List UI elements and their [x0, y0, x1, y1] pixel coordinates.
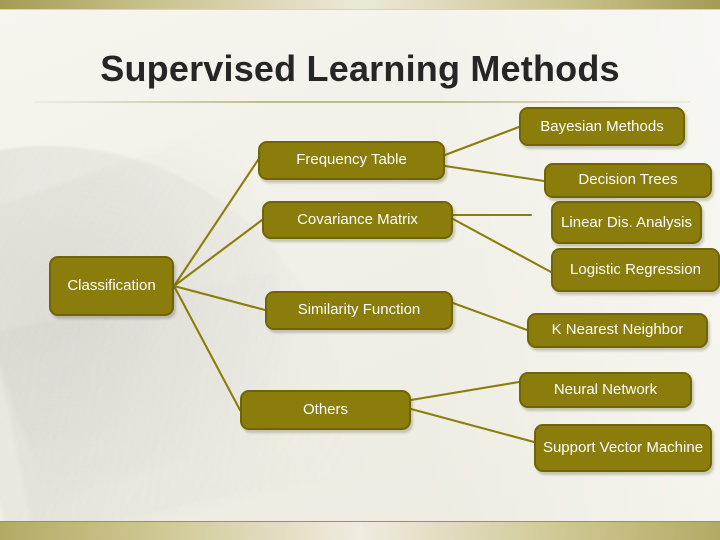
slide-canvas: Supervised Learning Methods Classificati… [0, 0, 720, 540]
node-linear-dis-analysis-label: Linear Dis. Analysis [561, 213, 692, 231]
edge-classification-similarity [172, 284, 267, 312]
node-similarity-function-label: Similarity Function [297, 301, 421, 319]
edge-similarity-knn [451, 301, 529, 332]
node-bayesian-methods-label: Bayesian Methods [540, 117, 664, 135]
node-k-nearest-neighbor-label: K Nearest Neighbor [551, 321, 684, 339]
node-classification-label: Classification [67, 277, 156, 295]
node-others-label: Others [302, 400, 348, 418]
node-frequency-table[interactable]: Frequency Table [258, 141, 445, 180]
node-bayesian-methods[interactable]: Bayesian Methods [519, 107, 685, 146]
node-classification[interactable]: Classification [49, 256, 174, 316]
node-decision-trees-label: Decision Trees [578, 171, 678, 189]
node-frequency-table-label: Frequency Table [296, 151, 407, 169]
node-support-vector-machine-label: Support Vector Machine [542, 439, 704, 457]
edge-classification-others [172, 284, 242, 412]
node-others[interactable]: Others [240, 390, 411, 430]
node-covariance-matrix-label: Covariance Matrix [297, 210, 418, 228]
node-covariance-matrix[interactable]: Covariance Matrix [262, 201, 453, 239]
edge-others-neural-network [409, 380, 521, 402]
node-neural-network-label: Neural Network [553, 380, 658, 398]
edge-classification-covariance-matrix [172, 218, 264, 288]
edge-classification-frequency-table [172, 158, 260, 288]
node-logistic-regression[interactable]: Logistic Regression [551, 248, 720, 292]
node-linear-dis-analysis[interactable]: Linear Dis. Analysis [551, 201, 702, 244]
node-logistic-regression-label: Logistic Regression [570, 261, 701, 279]
edge-frequency-decision-trees [443, 164, 546, 183]
node-similarity-function[interactable]: Similarity Function [265, 291, 453, 330]
node-k-nearest-neighbor[interactable]: K Nearest Neighbor [527, 313, 708, 348]
edge-frequency-bayesian [443, 125, 521, 157]
edge-covariance-logistic-regression [451, 217, 553, 274]
node-support-vector-machine[interactable]: Support Vector Machine [534, 424, 712, 472]
node-decision-trees[interactable]: Decision Trees [544, 163, 712, 198]
edge-others-svm [409, 407, 536, 444]
node-neural-network[interactable]: Neural Network [519, 372, 692, 408]
